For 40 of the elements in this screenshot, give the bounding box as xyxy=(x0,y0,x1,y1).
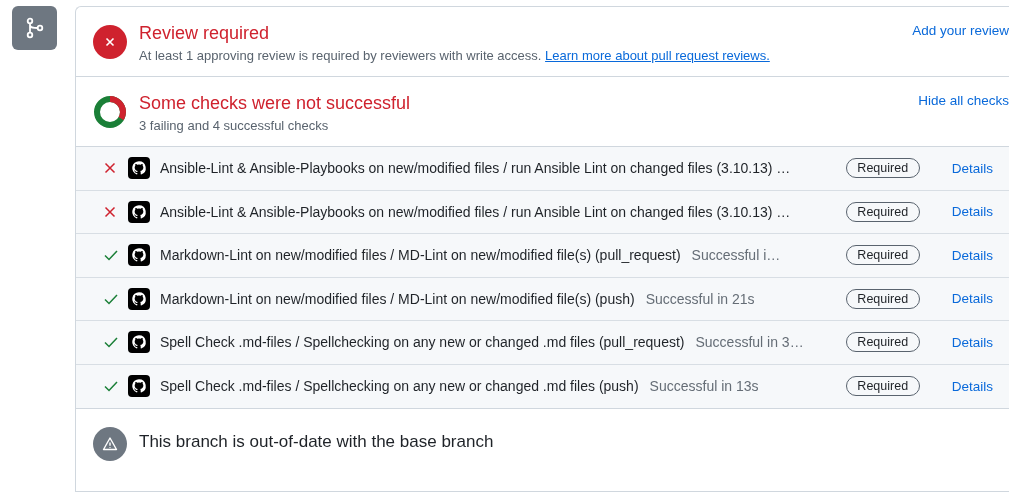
section-title: Review required xyxy=(139,22,271,45)
check-name: Ansible-Lint & Ansible-Playbooks on new/modified files / run Ansible Lint on changed files (3.10.13) … xyxy=(160,203,791,220)
details-link[interactable]: Details xyxy=(951,160,993,176)
description: At least 1 approving review is required by reviewers with write access. xyxy=(139,48,542,63)
github-logo-icon xyxy=(128,157,150,180)
check-icon xyxy=(104,380,118,393)
check-status: Successful in 3… xyxy=(695,334,804,351)
error-icon xyxy=(93,25,127,59)
check-name: Markdown-Lint on new/modified files / MD-Lint on new/modified file(s) (push) xyxy=(160,290,635,307)
github-logo-icon xyxy=(128,287,150,310)
check-name: Spell Check .md-files / Spellchecking on any new or changed .md files (push) xyxy=(160,378,639,395)
check-status: Successful in 21s xyxy=(645,290,755,307)
warning-icon xyxy=(93,427,127,461)
details-link[interactable]: Details xyxy=(951,204,993,220)
add-review-link[interactable]: Add your review xyxy=(912,23,1009,38)
check-name: Ansible-Lint & Ansible-Playbooks on new/modified files / run Ansible Lint on changed files (3.10.13) … xyxy=(160,160,791,177)
checks-summary: 3 failing and 4 successful checks xyxy=(139,118,330,133)
section-title: This branch is out-of-date with the base branch xyxy=(139,432,494,452)
details-link[interactable]: Details xyxy=(951,378,993,394)
branch-icon xyxy=(12,6,57,50)
check-name: Markdown-Lint on new/modified files / MD-Lint on new/modified file(s) (pull_request) xyxy=(160,247,681,264)
details-link[interactable]: Details xyxy=(951,334,993,350)
cross-icon xyxy=(104,205,118,218)
section-title: Some checks were not successful xyxy=(139,92,412,115)
details-link[interactable]: Details xyxy=(951,291,993,307)
github-logo-icon xyxy=(128,200,150,223)
check-icon xyxy=(104,249,118,262)
github-logo-icon xyxy=(128,331,150,354)
check-icon xyxy=(104,292,118,305)
check-name: Spell Check .md-files / Spellchecking on any new or changed .md files (pull_request) xyxy=(160,334,685,351)
github-logo-icon xyxy=(128,244,150,267)
cross-icon xyxy=(104,162,118,175)
details-link[interactable]: Details xyxy=(951,247,993,263)
check-icon xyxy=(104,336,118,349)
check-status: Successful i… xyxy=(691,247,781,264)
checks-donut-icon xyxy=(93,95,127,129)
hide-checks-link[interactable]: Hide all checks xyxy=(918,93,1009,108)
check-status: Successful in 13s xyxy=(649,378,759,395)
github-logo-icon xyxy=(128,375,150,398)
learn-more-link[interactable]: Learn more about pull request reviews. xyxy=(545,48,770,63)
